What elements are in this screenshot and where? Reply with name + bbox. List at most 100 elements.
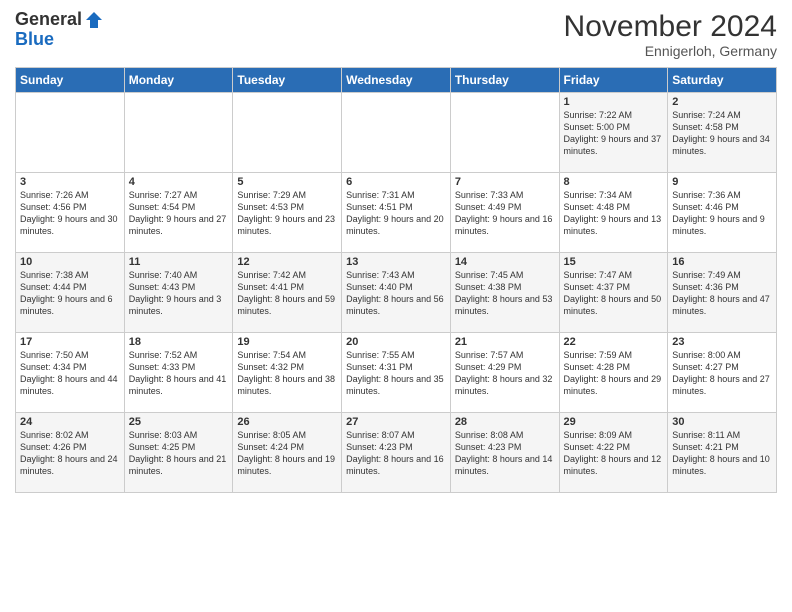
col-header-tuesday: Tuesday bbox=[233, 68, 342, 93]
calendar-day: 23Sunrise: 8:00 AM Sunset: 4:27 PM Dayli… bbox=[668, 333, 777, 413]
day-info: Sunrise: 8:00 AM Sunset: 4:27 PM Dayligh… bbox=[672, 349, 772, 398]
day-info: Sunrise: 8:08 AM Sunset: 4:23 PM Dayligh… bbox=[455, 429, 555, 478]
day-info: Sunrise: 8:02 AM Sunset: 4:26 PM Dayligh… bbox=[20, 429, 120, 478]
day-info: Sunrise: 8:09 AM Sunset: 4:22 PM Dayligh… bbox=[564, 429, 664, 478]
day-number: 15 bbox=[564, 256, 664, 268]
day-number: 9 bbox=[672, 176, 772, 188]
calendar-week-4: 24Sunrise: 8:02 AM Sunset: 4:26 PM Dayli… bbox=[16, 413, 777, 493]
day-info: Sunrise: 7:22 AM Sunset: 5:00 PM Dayligh… bbox=[564, 109, 664, 158]
day-number: 29 bbox=[564, 416, 664, 428]
day-info: Sunrise: 7:40 AM Sunset: 4:43 PM Dayligh… bbox=[129, 269, 229, 318]
col-header-monday: Monday bbox=[124, 68, 233, 93]
calendar-day: 11Sunrise: 7:40 AM Sunset: 4:43 PM Dayli… bbox=[124, 253, 233, 333]
calendar-day: 3Sunrise: 7:26 AM Sunset: 4:56 PM Daylig… bbox=[16, 173, 125, 253]
logo-general: General bbox=[15, 10, 82, 30]
month-title: November 2024 bbox=[564, 10, 777, 43]
day-number: 18 bbox=[129, 336, 229, 348]
day-info: Sunrise: 7:26 AM Sunset: 4:56 PM Dayligh… bbox=[20, 189, 120, 238]
calendar-day: 2Sunrise: 7:24 AM Sunset: 4:58 PM Daylig… bbox=[668, 93, 777, 173]
calendar-day: 5Sunrise: 7:29 AM Sunset: 4:53 PM Daylig… bbox=[233, 173, 342, 253]
calendar-day: 14Sunrise: 7:45 AM Sunset: 4:38 PM Dayli… bbox=[450, 253, 559, 333]
calendar-day: 28Sunrise: 8:08 AM Sunset: 4:23 PM Dayli… bbox=[450, 413, 559, 493]
day-info: Sunrise: 7:45 AM Sunset: 4:38 PM Dayligh… bbox=[455, 269, 555, 318]
calendar-day: 1Sunrise: 7:22 AM Sunset: 5:00 PM Daylig… bbox=[559, 93, 668, 173]
calendar-day: 26Sunrise: 8:05 AM Sunset: 4:24 PM Dayli… bbox=[233, 413, 342, 493]
calendar-day: 18Sunrise: 7:52 AM Sunset: 4:33 PM Dayli… bbox=[124, 333, 233, 413]
calendar-day bbox=[16, 93, 125, 173]
day-info: Sunrise: 8:03 AM Sunset: 4:25 PM Dayligh… bbox=[129, 429, 229, 478]
calendar-day bbox=[124, 93, 233, 173]
day-info: Sunrise: 7:29 AM Sunset: 4:53 PM Dayligh… bbox=[237, 189, 337, 238]
day-number: 14 bbox=[455, 256, 555, 268]
day-info: Sunrise: 7:55 AM Sunset: 4:31 PM Dayligh… bbox=[346, 349, 446, 398]
header: General Blue November 2024 Ennigerloh, G… bbox=[15, 10, 777, 59]
calendar-day: 16Sunrise: 7:49 AM Sunset: 4:36 PM Dayli… bbox=[668, 253, 777, 333]
calendar-day: 27Sunrise: 8:07 AM Sunset: 4:23 PM Dayli… bbox=[342, 413, 451, 493]
calendar-day: 12Sunrise: 7:42 AM Sunset: 4:41 PM Dayli… bbox=[233, 253, 342, 333]
calendar-day bbox=[342, 93, 451, 173]
calendar-day: 22Sunrise: 7:59 AM Sunset: 4:28 PM Dayli… bbox=[559, 333, 668, 413]
day-info: Sunrise: 7:54 AM Sunset: 4:32 PM Dayligh… bbox=[237, 349, 337, 398]
col-header-saturday: Saturday bbox=[668, 68, 777, 93]
calendar-day: 4Sunrise: 7:27 AM Sunset: 4:54 PM Daylig… bbox=[124, 173, 233, 253]
calendar-day: 25Sunrise: 8:03 AM Sunset: 4:25 PM Dayli… bbox=[124, 413, 233, 493]
day-info: Sunrise: 7:49 AM Sunset: 4:36 PM Dayligh… bbox=[672, 269, 772, 318]
day-info: Sunrise: 7:36 AM Sunset: 4:46 PM Dayligh… bbox=[672, 189, 772, 238]
day-number: 1 bbox=[564, 96, 664, 108]
logo-text: General Blue bbox=[15, 10, 104, 50]
day-number: 13 bbox=[346, 256, 446, 268]
day-info: Sunrise: 7:24 AM Sunset: 4:58 PM Dayligh… bbox=[672, 109, 772, 158]
day-info: Sunrise: 7:57 AM Sunset: 4:29 PM Dayligh… bbox=[455, 349, 555, 398]
title-block: November 2024 Ennigerloh, Germany bbox=[564, 10, 777, 59]
day-number: 25 bbox=[129, 416, 229, 428]
day-number: 4 bbox=[129, 176, 229, 188]
logo: General Blue bbox=[15, 10, 104, 50]
calendar-day: 17Sunrise: 7:50 AM Sunset: 4:34 PM Dayli… bbox=[16, 333, 125, 413]
calendar-day: 20Sunrise: 7:55 AM Sunset: 4:31 PM Dayli… bbox=[342, 333, 451, 413]
day-number: 20 bbox=[346, 336, 446, 348]
calendar-day: 6Sunrise: 7:31 AM Sunset: 4:51 PM Daylig… bbox=[342, 173, 451, 253]
day-number: 22 bbox=[564, 336, 664, 348]
day-number: 28 bbox=[455, 416, 555, 428]
day-info: Sunrise: 8:05 AM Sunset: 4:24 PM Dayligh… bbox=[237, 429, 337, 478]
calendar-day: 10Sunrise: 7:38 AM Sunset: 4:44 PM Dayli… bbox=[16, 253, 125, 333]
day-number: 30 bbox=[672, 416, 772, 428]
calendar-day: 19Sunrise: 7:54 AM Sunset: 4:32 PM Dayli… bbox=[233, 333, 342, 413]
calendar-day: 7Sunrise: 7:33 AM Sunset: 4:49 PM Daylig… bbox=[450, 173, 559, 253]
day-number: 17 bbox=[20, 336, 120, 348]
day-info: Sunrise: 7:47 AM Sunset: 4:37 PM Dayligh… bbox=[564, 269, 664, 318]
calendar-week-3: 17Sunrise: 7:50 AM Sunset: 4:34 PM Dayli… bbox=[16, 333, 777, 413]
calendar-day: 21Sunrise: 7:57 AM Sunset: 4:29 PM Dayli… bbox=[450, 333, 559, 413]
day-info: Sunrise: 8:07 AM Sunset: 4:23 PM Dayligh… bbox=[346, 429, 446, 478]
calendar-day: 9Sunrise: 7:36 AM Sunset: 4:46 PM Daylig… bbox=[668, 173, 777, 253]
day-info: Sunrise: 7:33 AM Sunset: 4:49 PM Dayligh… bbox=[455, 189, 555, 238]
col-header-friday: Friday bbox=[559, 68, 668, 93]
calendar-week-2: 10Sunrise: 7:38 AM Sunset: 4:44 PM Dayli… bbox=[16, 253, 777, 333]
day-number: 5 bbox=[237, 176, 337, 188]
location: Ennigerloh, Germany bbox=[564, 43, 777, 59]
day-number: 16 bbox=[672, 256, 772, 268]
day-info: Sunrise: 7:42 AM Sunset: 4:41 PM Dayligh… bbox=[237, 269, 337, 318]
calendar-day: 13Sunrise: 7:43 AM Sunset: 4:40 PM Dayli… bbox=[342, 253, 451, 333]
col-header-wednesday: Wednesday bbox=[342, 68, 451, 93]
day-number: 23 bbox=[672, 336, 772, 348]
calendar: SundayMondayTuesdayWednesdayThursdayFrid… bbox=[15, 67, 777, 493]
day-info: Sunrise: 7:52 AM Sunset: 4:33 PM Dayligh… bbox=[129, 349, 229, 398]
day-number: 26 bbox=[237, 416, 337, 428]
day-info: Sunrise: 7:34 AM Sunset: 4:48 PM Dayligh… bbox=[564, 189, 664, 238]
calendar-day: 29Sunrise: 8:09 AM Sunset: 4:22 PM Dayli… bbox=[559, 413, 668, 493]
calendar-day bbox=[450, 93, 559, 173]
day-number: 21 bbox=[455, 336, 555, 348]
calendar-day: 30Sunrise: 8:11 AM Sunset: 4:21 PM Dayli… bbox=[668, 413, 777, 493]
day-number: 10 bbox=[20, 256, 120, 268]
calendar-day: 24Sunrise: 8:02 AM Sunset: 4:26 PM Dayli… bbox=[16, 413, 125, 493]
day-info: Sunrise: 7:50 AM Sunset: 4:34 PM Dayligh… bbox=[20, 349, 120, 398]
day-info: Sunrise: 7:59 AM Sunset: 4:28 PM Dayligh… bbox=[564, 349, 664, 398]
col-header-sunday: Sunday bbox=[16, 68, 125, 93]
day-number: 2 bbox=[672, 96, 772, 108]
day-info: Sunrise: 7:31 AM Sunset: 4:51 PM Dayligh… bbox=[346, 189, 446, 238]
day-number: 24 bbox=[20, 416, 120, 428]
logo-blue: Blue bbox=[15, 30, 104, 50]
calendar-week-1: 3Sunrise: 7:26 AM Sunset: 4:56 PM Daylig… bbox=[16, 173, 777, 253]
day-info: Sunrise: 7:27 AM Sunset: 4:54 PM Dayligh… bbox=[129, 189, 229, 238]
